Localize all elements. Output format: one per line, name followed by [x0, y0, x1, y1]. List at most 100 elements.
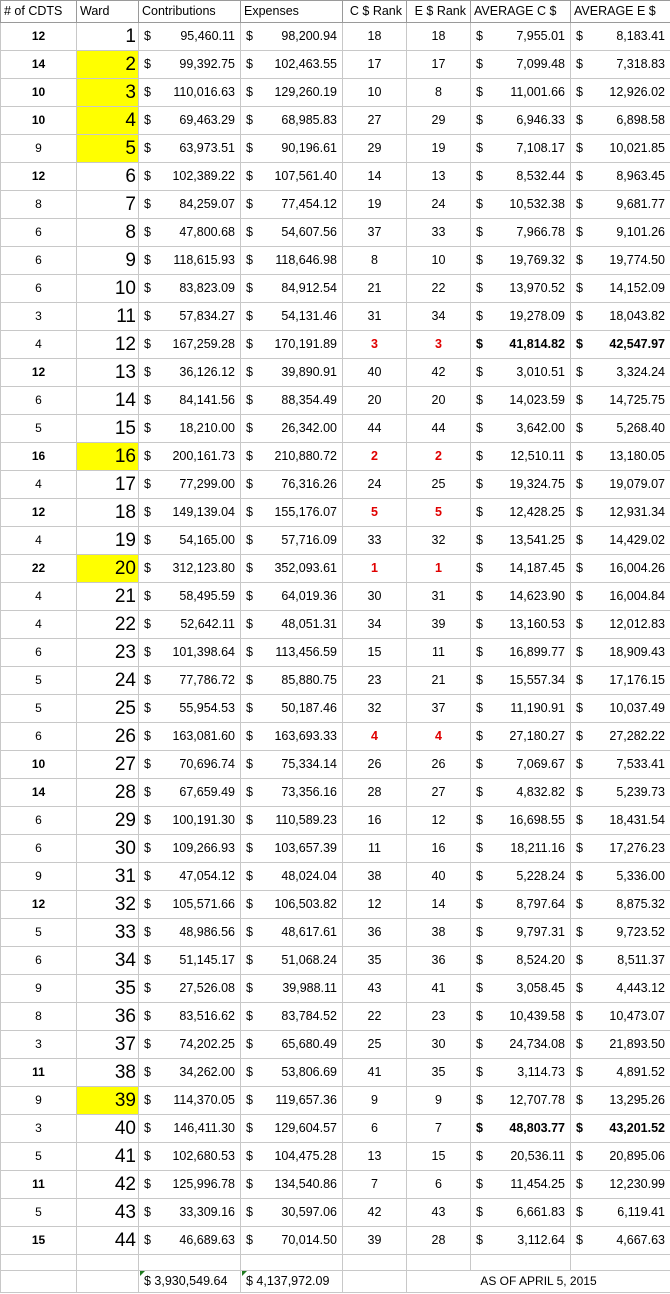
cdts-cell[interactable]: 8 — [0, 1002, 77, 1031]
e-rank-cell[interactable]: 42 — [406, 358, 471, 387]
contributions-cell[interactable]: $51,145.17 — [138, 946, 241, 975]
ward-cell[interactable]: 9 — [76, 246, 139, 275]
average-c-cell[interactable]: $11,454.25 — [470, 1170, 571, 1199]
average-e-cell[interactable]: $5,336.00 — [570, 862, 670, 891]
c-rank-cell[interactable]: 39 — [342, 1226, 407, 1255]
ward-cell[interactable]: 8 — [76, 218, 139, 247]
header-e-rank[interactable]: E $ Rank — [406, 0, 471, 23]
average-e-cell[interactable]: $17,276.23 — [570, 834, 670, 863]
cdts-cell[interactable]: 4 — [0, 526, 77, 555]
average-c-cell[interactable]: $11,190.91 — [470, 694, 571, 723]
contributions-cell[interactable]: $102,389.22 — [138, 162, 241, 191]
expenses-cell[interactable]: $57,716.09 — [240, 526, 343, 555]
empty-cell[interactable] — [76, 1254, 139, 1271]
expenses-cell[interactable]: $48,024.04 — [240, 862, 343, 891]
cdts-cell[interactable]: 6 — [0, 638, 77, 667]
cdts-cell[interactable]: 12 — [0, 498, 77, 527]
expenses-cell[interactable]: $65,680.49 — [240, 1030, 343, 1059]
cdts-cell[interactable]: 4 — [0, 582, 77, 611]
contributions-cell[interactable]: $34,262.00 — [138, 1058, 241, 1087]
c-rank-cell[interactable]: 10 — [342, 78, 407, 107]
e-rank-cell[interactable]: 31 — [406, 582, 471, 611]
c-rank-cell[interactable]: 19 — [342, 190, 407, 219]
contributions-cell[interactable]: $84,259.07 — [138, 190, 241, 219]
average-e-cell[interactable]: $21,893.50 — [570, 1030, 670, 1059]
e-rank-cell[interactable]: 40 — [406, 862, 471, 891]
average-e-cell[interactable]: $4,891.52 — [570, 1058, 670, 1087]
e-rank-cell[interactable]: 35 — [406, 1058, 471, 1087]
cdts-cell[interactable]: 12 — [0, 358, 77, 387]
expenses-cell[interactable]: $102,463.55 — [240, 50, 343, 79]
expenses-cell[interactable]: $39,890.91 — [240, 358, 343, 387]
expenses-cell[interactable]: $129,604.57 — [240, 1114, 343, 1143]
c-rank-cell[interactable]: 22 — [342, 1002, 407, 1031]
header-contributions[interactable]: Contributions — [138, 0, 241, 23]
average-c-cell[interactable]: $19,769.32 — [470, 246, 571, 275]
c-rank-cell[interactable]: 24 — [342, 470, 407, 499]
e-rank-cell[interactable]: 16 — [406, 834, 471, 863]
expenses-cell[interactable]: $106,503.82 — [240, 890, 343, 919]
average-e-cell[interactable]: $9,723.52 — [570, 918, 670, 947]
expenses-cell[interactable]: $119,657.36 — [240, 1086, 343, 1115]
e-rank-cell[interactable]: 26 — [406, 750, 471, 779]
average-c-cell[interactable]: $14,623.90 — [470, 582, 571, 611]
e-rank-cell[interactable]: 9 — [406, 1086, 471, 1115]
expenses-cell[interactable]: $48,051.31 — [240, 610, 343, 639]
average-e-cell[interactable]: $3,324.24 — [570, 358, 670, 387]
average-c-cell[interactable]: $14,023.59 — [470, 386, 571, 415]
e-rank-cell[interactable]: 3 — [406, 330, 471, 359]
average-c-cell[interactable]: $8,524.20 — [470, 946, 571, 975]
cdts-cell[interactable]: 9 — [0, 974, 77, 1003]
ward-cell[interactable]: 41 — [76, 1142, 139, 1171]
empty-cell[interactable] — [76, 1270, 139, 1293]
cdts-cell[interactable]: 3 — [0, 1114, 77, 1143]
average-c-cell[interactable]: $12,428.25 — [470, 498, 571, 527]
cdts-cell[interactable]: 12 — [0, 162, 77, 191]
contributions-cell[interactable]: $83,516.62 — [138, 1002, 241, 1031]
ward-cell[interactable]: 11 — [76, 302, 139, 331]
c-rank-cell[interactable]: 8 — [342, 246, 407, 275]
ward-cell[interactable]: 17 — [76, 470, 139, 499]
e-rank-cell[interactable]: 2 — [406, 442, 471, 471]
as-of-date-cell[interactable]: AS OF APRIL 5, 2015 — [406, 1270, 670, 1293]
cdts-cell[interactable]: 9 — [0, 862, 77, 891]
contributions-cell[interactable]: $125,996.78 — [138, 1170, 241, 1199]
c-rank-cell[interactable]: 5 — [342, 498, 407, 527]
c-rank-cell[interactable]: 17 — [342, 50, 407, 79]
average-c-cell[interactable]: $3,114.73 — [470, 1058, 571, 1087]
contributions-cell[interactable]: $102,680.53 — [138, 1142, 241, 1171]
average-c-cell[interactable]: $14,187.45 — [470, 554, 571, 583]
ward-cell[interactable]: 34 — [76, 946, 139, 975]
contributions-cell[interactable]: $55,954.53 — [138, 694, 241, 723]
contributions-cell[interactable]: $167,259.28 — [138, 330, 241, 359]
e-rank-cell[interactable]: 37 — [406, 694, 471, 723]
e-rank-cell[interactable]: 7 — [406, 1114, 471, 1143]
e-rank-cell[interactable]: 15 — [406, 1142, 471, 1171]
expenses-cell[interactable]: $85,880.75 — [240, 666, 343, 695]
e-rank-cell[interactable]: 8 — [406, 78, 471, 107]
contributions-cell[interactable]: $95,460.11 — [138, 22, 241, 51]
average-e-cell[interactable]: $5,239.73 — [570, 778, 670, 807]
ward-cell[interactable]: 2 — [76, 50, 139, 79]
c-rank-cell[interactable]: 4 — [342, 722, 407, 751]
empty-cell[interactable] — [240, 1254, 343, 1271]
average-c-cell[interactable]: $11,001.66 — [470, 78, 571, 107]
average-c-cell[interactable]: $13,970.52 — [470, 274, 571, 303]
c-rank-cell[interactable]: 27 — [342, 106, 407, 135]
expenses-cell[interactable]: $129,260.19 — [240, 78, 343, 107]
e-rank-cell[interactable]: 24 — [406, 190, 471, 219]
cdts-cell[interactable]: 5 — [0, 666, 77, 695]
average-e-cell[interactable]: $43,201.52 — [570, 1114, 670, 1143]
cdts-cell[interactable]: 5 — [0, 918, 77, 947]
c-rank-cell[interactable]: 7 — [342, 1170, 407, 1199]
cdts-cell[interactable]: 6 — [0, 834, 77, 863]
ward-cell[interactable]: 12 — [76, 330, 139, 359]
contributions-cell[interactable]: $47,054.12 — [138, 862, 241, 891]
ward-cell[interactable]: 26 — [76, 722, 139, 751]
expenses-cell[interactable]: $73,356.16 — [240, 778, 343, 807]
cdts-cell[interactable]: 16 — [0, 442, 77, 471]
cdts-cell[interactable]: 22 — [0, 554, 77, 583]
average-e-cell[interactable]: $6,119.41 — [570, 1198, 670, 1227]
header-average-e[interactable]: AVERAGE E $ — [570, 0, 670, 23]
c-rank-cell[interactable]: 21 — [342, 274, 407, 303]
